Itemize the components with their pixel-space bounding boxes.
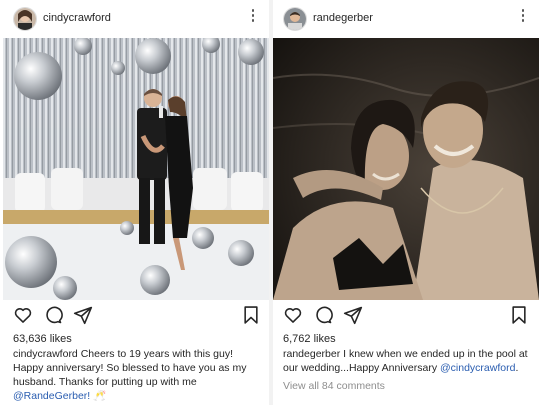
- caption-username[interactable]: cindycrawford: [13, 348, 78, 360]
- post-randegerber: randegerber 6,762 likes randegerber I kn…: [273, 0, 539, 405]
- bookmark-icon[interactable]: [241, 305, 261, 325]
- avatar[interactable]: [13, 7, 37, 31]
- post-actions: [3, 305, 269, 327]
- post-header: cindycrawford: [3, 0, 269, 38]
- share-icon[interactable]: [73, 305, 93, 325]
- champagne-emoji: 🥂: [93, 390, 107, 402]
- username[interactable]: cindycrawford: [43, 12, 111, 24]
- post-image[interactable]: [273, 38, 539, 300]
- heart-icon[interactable]: [283, 305, 303, 325]
- bookmark-icon[interactable]: [509, 305, 529, 325]
- share-icon[interactable]: [343, 305, 363, 325]
- avatar[interactable]: [283, 7, 307, 31]
- post-cindycrawford: cindycrawford 63,636 likes cindycrawford…: [3, 0, 269, 405]
- comment-icon[interactable]: [313, 305, 333, 325]
- comment-icon[interactable]: [43, 305, 63, 325]
- post-caption: randegerber I knew when we ended up in t…: [283, 347, 535, 375]
- likes-count[interactable]: 63,636 likes: [13, 333, 72, 345]
- more-options-icon[interactable]: [251, 9, 255, 25]
- post-caption: cindycrawford Cheers to 19 years with th…: [13, 347, 265, 403]
- heart-icon[interactable]: [13, 305, 33, 325]
- caption-mention[interactable]: @cindycrawford: [440, 362, 515, 374]
- username[interactable]: randegerber: [313, 12, 373, 24]
- more-options-icon[interactable]: [521, 9, 525, 25]
- caption-end: .: [515, 362, 519, 374]
- caption-mention[interactable]: @RandeGerber!: [13, 390, 90, 402]
- post-header: randegerber: [273, 0, 539, 38]
- view-comments-link[interactable]: View all 84 comments: [283, 380, 385, 392]
- post-image[interactable]: [3, 38, 269, 300]
- likes-count[interactable]: 6,762 likes: [283, 333, 336, 345]
- caption-username[interactable]: randegerber: [283, 348, 340, 360]
- post-actions: [273, 305, 539, 327]
